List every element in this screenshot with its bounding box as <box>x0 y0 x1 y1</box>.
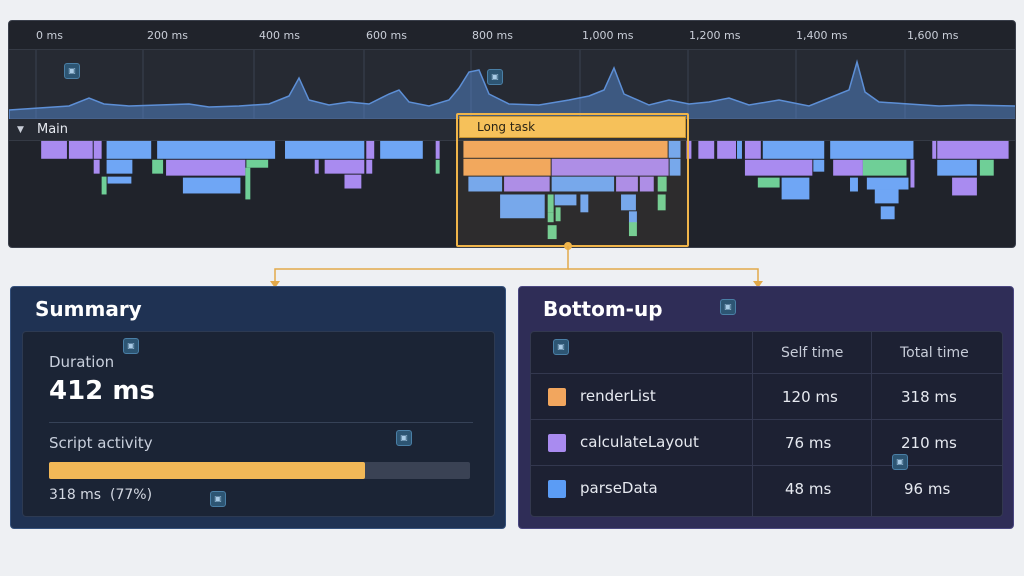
collapse-caret-icon[interactable]: ▼ <box>17 125 24 135</box>
self-time-value: 120 ms <box>782 388 838 406</box>
image-placeholder-icon: ▣ <box>720 299 736 315</box>
bottom-up-table: ▣ Self time Total time renderList 120 ms… <box>530 331 1003 517</box>
script-activity-label: Script activity <box>49 434 153 452</box>
table-header-row: ▣ Self time Total time <box>531 332 1002 374</box>
color-swatch <box>548 480 566 498</box>
duration-label: Duration <box>49 353 115 371</box>
summary-card: Duration 412 ms ▣ Script activity ▣ 318 … <box>22 331 495 517</box>
color-swatch <box>548 388 566 406</box>
column-header-total-time[interactable]: Total time <box>900 345 969 361</box>
total-time-value: 318 ms <box>901 388 957 406</box>
tick-label: 1,200 ms <box>689 29 741 42</box>
connector-line-left <box>274 246 569 284</box>
tick-label: 0 ms <box>36 29 63 42</box>
long-task-label[interactable]: Long task <box>459 116 686 138</box>
tick-label: 200 ms <box>147 29 188 42</box>
bottom-up-title: Bottom-up <box>543 297 663 321</box>
summary-panel: Summary Duration 412 ms ▣ Script activit… <box>10 286 506 529</box>
image-placeholder-icon: ▣ <box>553 339 569 355</box>
cpu-activity-graph <box>9 50 1015 121</box>
flame-group-right <box>686 140 1009 220</box>
track-name: Main <box>37 122 69 137</box>
tick-label: 600 ms <box>366 29 407 42</box>
bottom-up-panel: Bottom-up ▣ ▣ Self time Total time rende… <box>518 286 1014 529</box>
table-row[interactable]: parseData 48 ms 96 ms ▣ <box>531 454 1002 516</box>
cpu-area <box>9 59 1015 121</box>
duration-value: 412 ms <box>49 376 155 406</box>
flame-group-left <box>41 140 440 200</box>
image-placeholder-icon: ▣ <box>892 454 908 470</box>
script-activity-bar-fill <box>49 462 365 479</box>
selection-connector <box>270 242 763 288</box>
total-time-value: 210 ms <box>901 434 957 452</box>
connector-line-right <box>568 268 759 284</box>
script-activity-bar <box>49 462 470 479</box>
time-ruler: 0 ms 200 ms 400 ms 600 ms 800 ms 1,000 m… <box>9 21 1015 49</box>
tick-label: 1,000 ms <box>582 29 634 42</box>
tick-label: 800 ms <box>472 29 513 42</box>
color-swatch <box>548 434 566 452</box>
image-placeholder-icon: ▣ <box>123 338 139 354</box>
summary-title: Summary <box>35 297 142 321</box>
table-row[interactable]: renderList 120 ms 318 ms <box>531 374 1002 420</box>
function-name: parseData <box>580 479 658 497</box>
image-placeholder-icon: ▣ <box>487 69 503 85</box>
self-time-value: 76 ms <box>785 434 832 452</box>
self-time-value: 48 ms <box>785 480 832 498</box>
function-name: renderList <box>580 387 656 405</box>
image-placeholder-icon: ▣ <box>396 430 412 446</box>
total-time-value: 96 ms <box>904 480 951 498</box>
image-placeholder-icon: ▣ <box>210 491 226 507</box>
image-placeholder-icon: ▣ <box>64 63 80 79</box>
cpu-overview[interactable]: ▣ ▣ <box>9 49 1015 121</box>
tick-label: 1,600 ms <box>907 29 959 42</box>
script-activity-value: 318 ms (77%) <box>49 487 153 503</box>
divider <box>49 422 473 423</box>
function-name: calculateLayout <box>580 433 699 451</box>
tick-label: 1,400 ms <box>796 29 848 42</box>
column-header-self-time[interactable]: Self time <box>781 345 843 361</box>
table-row[interactable]: calculateLayout 76 ms 210 ms <box>531 420 1002 466</box>
tick-label: 400 ms <box>259 29 300 42</box>
